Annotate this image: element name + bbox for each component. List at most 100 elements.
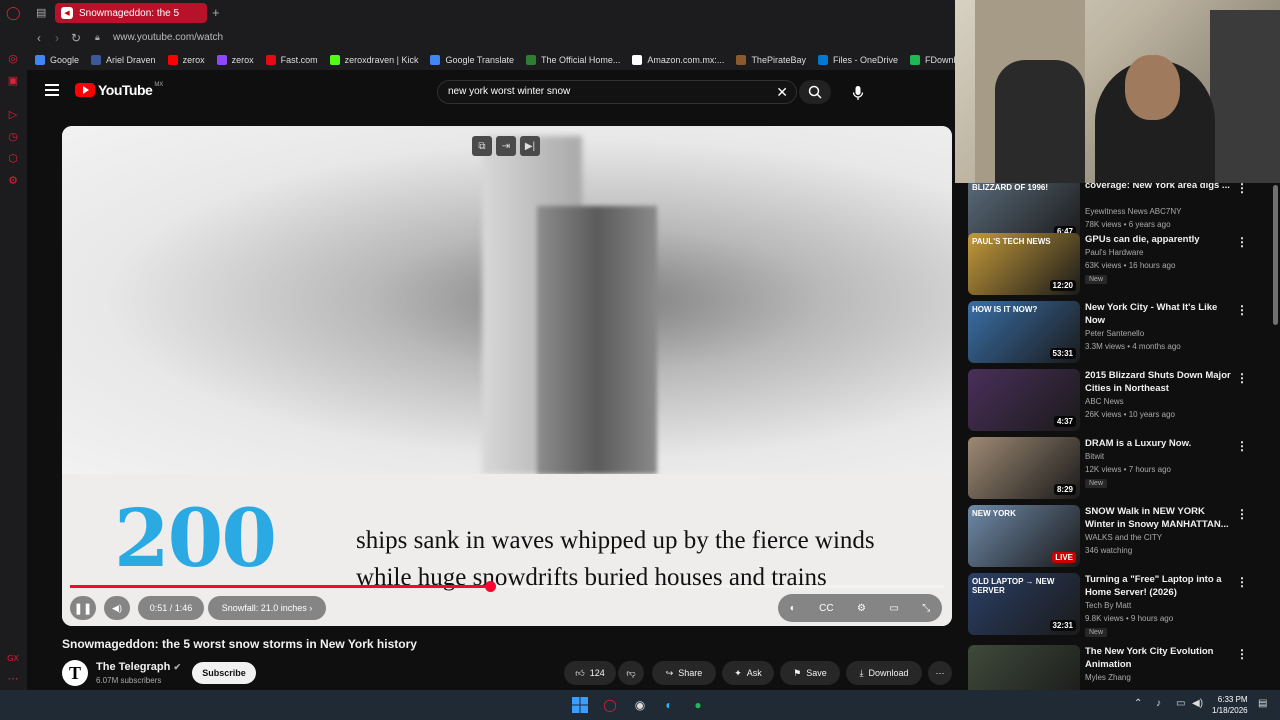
fullscreen-exit-icon[interactable]: ⤡: [922, 603, 930, 614]
bookmark-item[interactable]: Google: [35, 55, 79, 65]
reload-icon[interactable]: ↻: [71, 31, 81, 45]
voice-search-button[interactable]: [845, 80, 871, 106]
video-player[interactable]: 200 ships sank in waves whipped up by th…: [62, 126, 952, 626]
recommendation-channel[interactable]: WALKS and the CITY: [1085, 533, 1162, 542]
youtube-logo[interactable]: YouTube MX: [75, 82, 163, 98]
kebab-menu-icon[interactable]: ⋮: [1236, 439, 1248, 453]
recommendation-item[interactable]: PAUL'S TECH NEWS 12:20 GPUs can die, appar…: [968, 233, 1268, 295]
bookmark-item[interactable]: Ariel Draven: [91, 55, 156, 65]
video-thumbnail[interactable]: PAUL'S TECH NEWS 12:20: [968, 233, 1080, 295]
recommendation-item[interactable]: HOW IS IT NOW? 53:31 New York City - What …: [968, 301, 1268, 363]
kebab-menu-icon[interactable]: ⋮: [1236, 183, 1248, 195]
system-clock[interactable]: 6:33 PM 1/18/2026: [1212, 694, 1248, 716]
kebab-menu-icon[interactable]: ⋮: [1236, 647, 1248, 661]
recommendation-channel[interactable]: Peter Santenello: [1085, 329, 1144, 338]
network-icon[interactable]: ▭: [1176, 698, 1185, 709]
dislike-button[interactable]: 👎︎: [618, 661, 644, 685]
recommendation-title[interactable]: DRAM is a Luxury Now.: [1085, 437, 1235, 450]
video-thumbnail[interactable]: OLD LAPTOP → NEW SERVER 32:31: [968, 573, 1080, 635]
bookmark-item[interactable]: Files - OneDrive: [817, 55, 898, 65]
url-field[interactable]: www.youtube.com/watch: [113, 32, 223, 43]
video-thumbnail[interactable]: NEW YORK LIVE: [968, 505, 1080, 567]
subscribe-button[interactable]: Subscribe: [192, 662, 256, 684]
recommendation-item[interactable]: The New York City Evolution Animation Myl…: [968, 645, 1268, 690]
search-button[interactable]: [799, 80, 831, 104]
progress-bar[interactable]: [70, 581, 944, 592]
save-button[interactable]: ⚑ Save: [780, 661, 840, 685]
volume-tray-icon[interactable]: ◀): [1192, 698, 1203, 709]
mic-tray-icon[interactable]: ♪: [1156, 698, 1161, 709]
bookmark-item[interactable]: Google Translate: [430, 55, 514, 65]
popout-icon[interactable]: ⇥: [496, 136, 516, 156]
hamburger-menu-icon[interactable]: [45, 84, 59, 96]
channel-name[interactable]: The Telegraph ✔: [96, 661, 181, 673]
video-thumbnail[interactable]: HOW IS IT NOW? 53:31: [968, 301, 1080, 363]
back-icon[interactable]: ‹: [37, 31, 41, 45]
like-button[interactable]: 👍︎ 124: [564, 661, 616, 685]
recommendation-item[interactable]: OLD LAPTOP → NEW SERVER 32:31 Turning a "F…: [968, 573, 1268, 637]
notifications-icon[interactable]: ▤: [1258, 698, 1267, 709]
bookmark-item[interactable]: zerox: [167, 55, 205, 65]
skip-icon[interactable]: ▶|: [520, 136, 540, 156]
recommendation-channel[interactable]: Eyewitness News ABC7NY: [1085, 207, 1181, 216]
bookmark-item[interactable]: Fast.com: [265, 55, 318, 65]
pause-button[interactable]: ❚❚: [70, 596, 96, 620]
tab-youtube[interactable]: ◀ Snowmageddon: the 5: [55, 3, 207, 23]
bookmark-item[interactable]: The Official Home...: [526, 55, 620, 65]
volume-button[interactable]: ◀): [104, 596, 130, 620]
more-actions-button[interactable]: ⋯: [928, 661, 952, 685]
video-thumbnail[interactable]: [968, 645, 1080, 690]
share-button[interactable]: ↪ Share: [652, 661, 716, 685]
bookmark-item[interactable]: zerox: [216, 55, 254, 65]
channel-avatar[interactable]: T: [62, 660, 88, 686]
autoplay-toggle[interactable]: ◐: [790, 603, 796, 614]
more-icon[interactable]: ⋯: [6, 672, 20, 686]
recommendation-title[interactable]: SNOW Walk in NEW YORK Winter in Snowy MA…: [1085, 505, 1235, 531]
history-icon[interactable]: ◷: [6, 130, 20, 144]
chapter-button[interactable]: Snowfall: 21.0 inches ›: [208, 596, 326, 620]
recommendation-channel[interactable]: ABC News: [1085, 397, 1124, 406]
progress-handle[interactable]: [484, 581, 496, 592]
download-button[interactable]: ⤓ Download: [846, 661, 922, 685]
kebab-menu-icon[interactable]: ⋮: [1236, 303, 1248, 317]
start-button[interactable]: [570, 695, 590, 715]
gx-icon[interactable]: GX: [6, 652, 20, 666]
recommendation-item[interactable]: NEW YORK LIVE SNOW Walk in NEW YORK Winter…: [968, 505, 1268, 567]
kebab-menu-icon[interactable]: ⋮: [1236, 575, 1248, 589]
kebab-menu-icon[interactable]: ⋮: [1236, 235, 1248, 249]
settings-gear-icon[interactable]: ⚙: [857, 603, 866, 614]
bookmark-item[interactable]: ThePirateBay: [736, 55, 806, 65]
forward-icon[interactable]: ›: [55, 31, 59, 45]
recommendation-title[interactable]: The New York City Evolution Animation: [1085, 645, 1235, 671]
player-icon[interactable]: ▷: [6, 108, 20, 122]
search-input[interactable]: [448, 86, 748, 97]
recommendation-title[interactable]: coverage: New York area digs ...: [1085, 183, 1235, 192]
settings-icon[interactable]: ⚙: [6, 174, 20, 188]
recommendation-channel[interactable]: Bitwit: [1085, 452, 1104, 461]
recommendation-item[interactable]: 4:37 2015 Blizzard Shuts Down Major Citie…: [968, 369, 1268, 431]
extensions-icon[interactable]: ⬡: [6, 152, 20, 166]
recommendation-title[interactable]: Turning a "Free" Laptop into a Home Serv…: [1085, 573, 1235, 599]
obs-taskbar-icon[interactable]: ◉: [630, 695, 650, 715]
miniplayer-icon[interactable]: ▭: [889, 603, 898, 614]
recommendation-title[interactable]: GPUs can die, apparently: [1085, 233, 1235, 246]
recommendation-channel[interactable]: Tech By Matt: [1085, 601, 1131, 610]
spotify-taskbar-icon[interactable]: ●: [688, 695, 708, 715]
clear-search-icon[interactable]: ✕: [776, 84, 788, 101]
recommendation-title[interactable]: New York City - What It's Like Now: [1085, 301, 1235, 327]
kebab-menu-icon[interactable]: ⋮: [1236, 507, 1248, 521]
bookmark-item[interactable]: Amazon.com.mx:...: [632, 55, 724, 65]
bookmark-item[interactable]: FDownloader - Do...: [909, 55, 955, 65]
aria-icon[interactable]: ◎: [6, 52, 20, 66]
ask-button[interactable]: ✦ Ask: [722, 661, 774, 685]
recommendation-channel[interactable]: Paul's Hardware: [1085, 248, 1143, 257]
kebab-menu-icon[interactable]: ⋮: [1236, 371, 1248, 385]
messenger-icon[interactable]: ▣: [6, 74, 20, 88]
edge-taskbar-icon[interactable]: ◐: [659, 695, 679, 715]
tab-menu-icon[interactable]: ▤: [36, 6, 46, 19]
recommendation-title[interactable]: 2015 Blizzard Shuts Down Major Cities in…: [1085, 369, 1235, 395]
new-tab-button[interactable]: +: [212, 5, 220, 20]
copy-icon[interactable]: ⧉: [472, 136, 492, 156]
tray-chevron-icon[interactable]: ⌃: [1134, 698, 1142, 709]
opera-logo-icon[interactable]: ◯: [6, 6, 21, 20]
